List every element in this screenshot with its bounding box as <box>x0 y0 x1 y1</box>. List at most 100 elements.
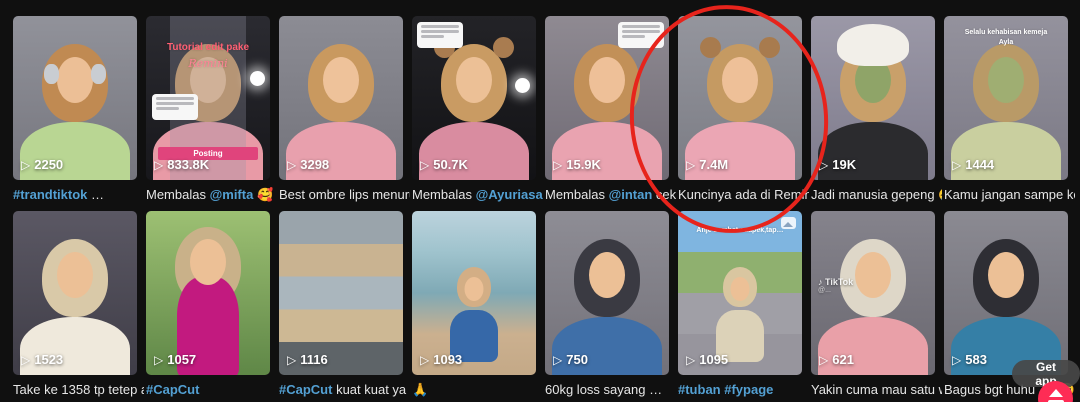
video-card[interactable]: ▷ 1093 🙏 <box>412 211 536 398</box>
caption-link[interactable]: #trandtiktok <box>13 187 87 202</box>
comment-sticker <box>152 94 198 120</box>
video-card[interactable]: ▷1523 Take ke 1358 tp tetep aja … <box>13 211 144 398</box>
video-thumbnail[interactable]: Anje sembet cuapek,tap… ▷ 1095 <box>678 211 802 375</box>
face-shape <box>323 57 359 103</box>
towel-turban <box>837 24 909 67</box>
view-count: ▷ 7.4M <box>686 157 728 172</box>
caption-link[interactable]: @mifta <box>210 187 254 202</box>
video-thumbnail[interactable]: ▷ 50.7K <box>412 16 536 180</box>
video-caption[interactable]: #CapCut <box>146 382 277 398</box>
video-thumbnail[interactable]: ♪ TikTok @... ▷ 621 <box>811 211 935 375</box>
view-count: ▷ 1095 <box>686 352 728 367</box>
play-icon: ▷ <box>21 352 31 367</box>
view-count: ▷ 621 <box>819 352 854 367</box>
sticker-text-line <box>622 25 660 28</box>
face-shape <box>722 57 758 103</box>
video-caption[interactable]: #tuban #fypage <box>678 382 809 398</box>
caption-link[interactable]: #CapCut <box>279 382 332 397</box>
video-caption[interactable]: Membalas @Ayuriasari8 k… <box>412 187 543 203</box>
video-caption[interactable]: Kuncinya ada di Remini … <box>678 187 809 203</box>
view-count-value: 1444 <box>965 157 995 172</box>
tiktok-watermark-icon: ♪ TikTok @... <box>818 276 854 294</box>
thumbnail-overlay-text: Selalu kehabisan kemeja <box>964 29 1048 37</box>
video-thumbnail[interactable]: Tutorial edit pake Remini Posting ▷ 833.8K <box>146 16 270 180</box>
thumbnail-overlay-text: Tutorial edit pake <box>166 42 250 54</box>
headphones-icon <box>91 63 106 84</box>
sticker-text-line <box>156 97 194 100</box>
person-figure <box>279 16 403 180</box>
video-thumbnail[interactable]: ▷ 1057 <box>146 211 270 375</box>
headphones-icon <box>44 63 59 84</box>
caption-text: Kuncinya ada di Remini … <box>678 187 809 202</box>
caption-text: Jadi manusia gepeng 🤣 … <box>811 187 942 202</box>
video-thumbnail[interactable]: ▷ 15.9K <box>545 16 669 180</box>
video-card[interactable]: ▷ 2250 #trandtiktok … <box>13 16 137 203</box>
view-count-value: 15.9K <box>566 157 601 172</box>
view-count-value: 1095 <box>699 352 729 367</box>
view-count: ▷ 1523 <box>21 352 63 367</box>
view-count-value: 50.7K <box>433 157 468 172</box>
video-card[interactable]: Tutorial edit pake Remini Posting ▷ 833.8K Me… <box>146 16 277 203</box>
video-caption[interactable]: #CapCut kuat kuat ya buat… <box>279 382 410 398</box>
video-card[interactable]: ▷ 1057 #CapCut <box>146 211 270 398</box>
face-shape <box>855 252 891 298</box>
video-caption[interactable]: Kamu jangan sampe ketin… <box>944 187 1075 203</box>
face-shape <box>988 252 1024 298</box>
video-thumbnail[interactable]: ▷ 19K <box>811 16 935 180</box>
video-card[interactable]: ▷1116 #CapCut kuat kuat ya buat… <box>279 211 410 398</box>
video-thumbnail[interactable]: ▷ 3298 <box>279 16 403 180</box>
video-caption[interactable]: Membalas @intan cek kra… <box>545 187 676 203</box>
video-card[interactable]: Anje sembet cuapek,tap… ▷ 1095 #tuban #fypa… <box>678 211 802 398</box>
video-card[interactable]: ▷50.7K Membalas @Ayuriasari8 k… <box>412 16 543 203</box>
video-card[interactable]: ▷19K Jadi manusia gepeng 🤣 … <box>811 16 942 203</box>
caption-link[interactable]: #tuban <box>678 382 721 397</box>
video-caption[interactable]: Take ke 1358 tp tetep aja … <box>13 382 144 398</box>
view-count-value: 1116 <box>300 352 328 367</box>
view-count-value: 1093 <box>433 352 463 367</box>
video-caption[interactable]: Best ombre lips menurut a… <box>279 187 410 203</box>
video-thumbnail[interactable]: ▷ 2250 <box>13 16 137 180</box>
view-count: ▷ 3298 <box>287 157 329 172</box>
caption-link[interactable]: #CapCut <box>146 382 199 397</box>
video-thumbnail[interactable]: ▷ 583 <box>944 211 1068 375</box>
video-card[interactable]: Selalu kehabisan kemeja Ayla ▷ 1444 Kamu jan… <box>944 16 1075 203</box>
video-caption[interactable]: Membalas @mifta 🥰 🥰 d… <box>146 187 277 203</box>
video-caption[interactable]: #trandtiktok … <box>13 187 144 203</box>
video-caption[interactable]: Jadi manusia gepeng 🤣 … <box>811 187 942 203</box>
caption-link[interactable]: @intan <box>609 187 653 202</box>
person-figure <box>146 211 270 375</box>
video-thumbnail[interactable]: ▷ 1116 <box>279 211 403 375</box>
video-caption[interactable]: Yakin cuma mau satu warn… <box>811 382 942 398</box>
face-shape <box>988 57 1024 103</box>
view-count-value: 833.8K <box>167 157 210 172</box>
thumbnail-overlay-text: Ayla <box>998 38 1014 46</box>
video-thumbnail[interactable]: Selalu kehabisan kemeja Ayla ▷ 1444 <box>944 16 1068 180</box>
caption-link[interactable]: @Ayuriasari8 <box>476 187 543 202</box>
video-caption[interactable]: 🙏 <box>412 382 543 398</box>
video-card[interactable]: ▷3298 Best ombre lips menurut a… <box>279 16 410 203</box>
play-icon: ▷ <box>686 352 696 367</box>
view-count-value: 583 <box>965 352 987 367</box>
view-count: ▷ 750 <box>553 352 588 367</box>
caption-link[interactable]: #fypage <box>724 382 773 397</box>
video-thumbnail[interactable]: ▷ 7.4M <box>678 16 802 180</box>
video-thumbnail[interactable]: ▷ 1093 <box>412 211 536 375</box>
play-icon: ▷ <box>819 352 829 367</box>
video-card[interactable]: ▷15.9K Membalas @intan cek kra… <box>545 16 676 203</box>
play-icon: ▷ <box>686 157 696 172</box>
caption-text: 🥰 🥰 d… <box>256 187 277 202</box>
video-card[interactable]: ♪ TikTok@... ▷621 Yakin cuma mau satu warn… <box>811 211 942 398</box>
play-icon: ▷ <box>154 352 164 367</box>
video-thumbnail[interactable]: ▷ 750 <box>545 211 669 375</box>
person-figure <box>412 211 536 375</box>
caption-text: Membalas <box>545 187 609 202</box>
face-shape <box>589 252 625 298</box>
person-figure <box>678 16 802 180</box>
video-card[interactable]: ▷7.4M Kuncinya ada di Remini … <box>678 16 809 203</box>
video-card[interactable]: ▷ 750 60kg loss sayang … <box>545 211 669 398</box>
caption-text: cek kra… <box>655 187 676 202</box>
view-count-value: 19K <box>832 157 857 172</box>
video-caption[interactable]: 60kg loss sayang … <box>545 382 676 398</box>
caption-text: Take ke 1358 tp tetep aja … <box>13 382 144 397</box>
video-thumbnail[interactable]: ▷ 1523 <box>13 211 137 375</box>
